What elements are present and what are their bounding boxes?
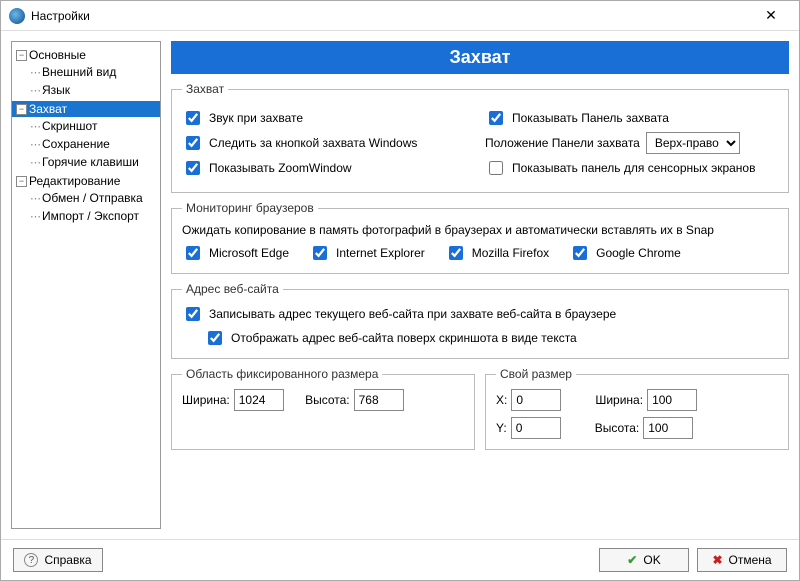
settings-window: Настройки ✕ − Основные ⋯Внешний вид ⋯Язы… xyxy=(0,0,800,581)
collapse-icon[interactable]: − xyxy=(16,50,27,61)
window-title: Настройки xyxy=(31,9,751,23)
tree-node-main[interactable]: − Основные xyxy=(12,47,160,63)
fixed-width-label: Ширина: xyxy=(182,393,230,407)
tree-node-language[interactable]: ⋯Язык xyxy=(26,82,160,98)
checkbox-show-panel[interactable]: Показывать Панель захвата xyxy=(485,108,669,128)
legend-capture: Захват xyxy=(182,82,228,96)
tree-label: Основные xyxy=(29,48,86,62)
ok-button[interactable]: ✔OK xyxy=(599,548,689,572)
help-icon: ? xyxy=(24,553,38,567)
collapse-icon[interactable]: − xyxy=(16,176,27,187)
tree-label: Захват xyxy=(29,102,67,116)
collapse-icon[interactable]: − xyxy=(16,104,27,115)
legend-browsers: Мониторинг браузеров xyxy=(182,201,318,215)
group-capture: Захват Звук при захвате Показывать Панел… xyxy=(171,82,789,193)
tree-node-appearance[interactable]: ⋯Внешний вид xyxy=(26,64,160,80)
fixed-height-input[interactable] xyxy=(354,389,404,411)
tree-node-importexport[interactable]: ⋯Импорт / Экспорт xyxy=(26,208,160,224)
checkbox-chrome[interactable]: Google Chrome xyxy=(569,243,681,263)
custom-w-label: Ширина: xyxy=(595,393,643,407)
titlebar: Настройки ✕ xyxy=(1,1,799,31)
tree-node-hotkeys[interactable]: ⋯Горячие клавиши xyxy=(26,154,160,170)
app-icon xyxy=(9,8,25,24)
checkbox-edge[interactable]: Microsoft Edge xyxy=(182,243,289,263)
group-custom-size: Свой размер X: Ширина: Y: Высота: xyxy=(485,367,789,450)
custom-h-label: Высота: xyxy=(595,421,640,435)
group-browsers: Мониторинг браузеров Ожидать копирование… xyxy=(171,201,789,274)
checkbox-overlay-url[interactable]: Отображать адрес веб-сайта поверх скринш… xyxy=(204,328,577,348)
checkbox-ie[interactable]: Internet Explorer xyxy=(309,243,425,263)
check-icon: ✔ xyxy=(627,553,637,567)
legend-fixed: Область фиксированного размера xyxy=(182,367,382,381)
browsers-description: Ожидать копирование в память фотографий … xyxy=(182,223,778,237)
custom-x-input[interactable] xyxy=(511,389,561,411)
checkbox-zoomwindow[interactable]: Показывать ZoomWindow xyxy=(182,158,352,178)
custom-y-label: Y: xyxy=(496,421,507,435)
checkbox-record-url[interactable]: Записывать адрес текущего веб-сайта при … xyxy=(182,304,616,324)
legend-custom: Свой размер xyxy=(496,367,576,381)
legend-website: Адрес веб-сайта xyxy=(182,282,283,296)
tree-label: Редактирование xyxy=(29,174,120,188)
tree-node-saving[interactable]: ⋯Сохранение xyxy=(26,136,160,152)
tree-node-screenshot[interactable]: ⋯Скриншот xyxy=(26,118,160,134)
help-button[interactable]: ?Справка xyxy=(13,548,103,572)
footer: ?Справка ✔OK ✖Отмена xyxy=(1,539,799,580)
group-website: Адрес веб-сайта Записывать адрес текущег… xyxy=(171,282,789,359)
cancel-button[interactable]: ✖Отмена xyxy=(697,548,787,572)
fixed-height-label: Высота: xyxy=(305,393,350,407)
custom-h-input[interactable] xyxy=(643,417,693,439)
close-icon[interactable]: ✕ xyxy=(751,7,791,24)
panel-position-label: Положение Панели захвата xyxy=(485,136,640,150)
tree-node-editing[interactable]: − Редактирование xyxy=(12,173,160,189)
custom-x-label: X: xyxy=(496,393,507,407)
checkbox-watch-key[interactable]: Следить за кнопкой захвата Windows xyxy=(182,133,417,153)
checkbox-sound[interactable]: Звук при захвате xyxy=(182,108,303,128)
checkbox-firefox[interactable]: Mozilla Firefox xyxy=(445,243,549,263)
group-fixed-size: Область фиксированного размера Ширина: В… xyxy=(171,367,475,450)
page-title: Захват xyxy=(171,41,789,74)
tree-node-capture[interactable]: − Захват xyxy=(12,101,160,117)
checkbox-touch-panel[interactable]: Показывать панель для сенсорных экранов xyxy=(485,158,755,178)
sidebar: − Основные ⋯Внешний вид ⋯Язык − Захват ⋯… xyxy=(11,41,161,529)
custom-y-input[interactable] xyxy=(511,417,561,439)
x-icon: ✖ xyxy=(712,553,722,567)
fixed-width-input[interactable] xyxy=(234,389,284,411)
tree-node-share[interactable]: ⋯Обмен / Отправка xyxy=(26,190,160,206)
panel-position-select[interactable]: Верх-право xyxy=(646,132,740,154)
custom-w-input[interactable] xyxy=(647,389,697,411)
